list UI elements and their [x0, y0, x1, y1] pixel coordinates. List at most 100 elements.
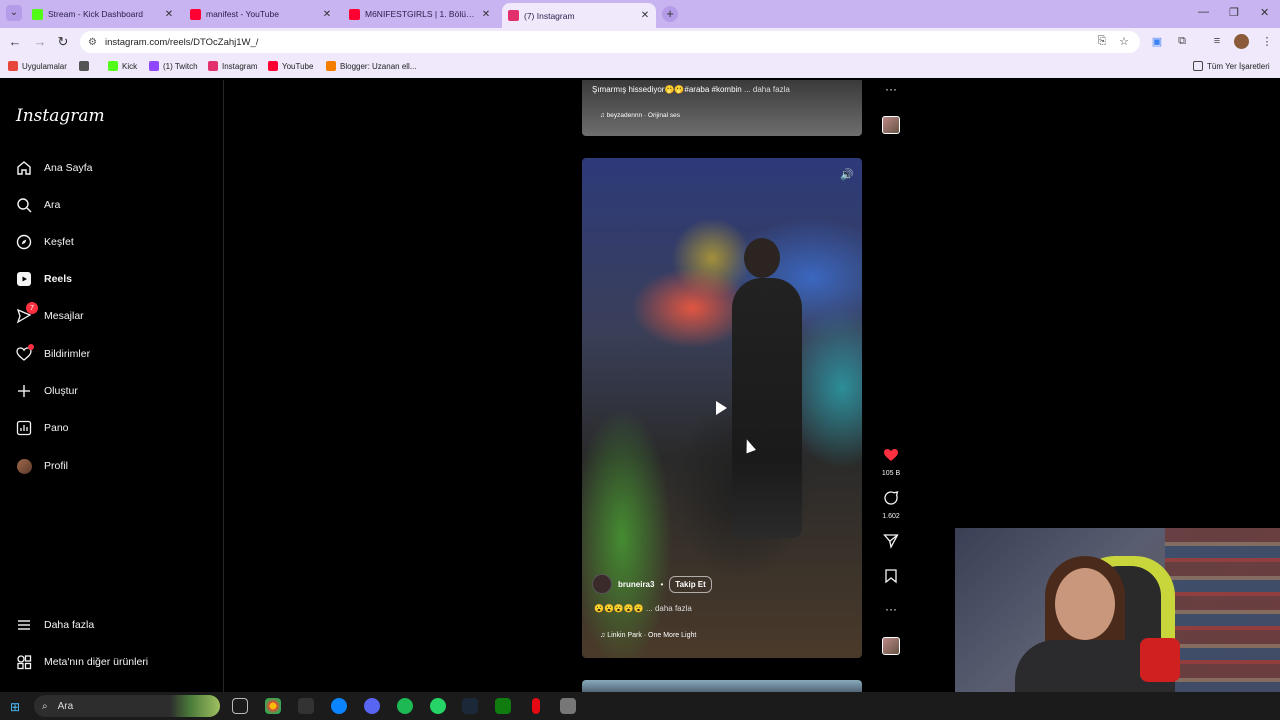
bookmark-label: Instagram — [222, 61, 258, 71]
comment-button[interactable]: 1.602 — [880, 490, 902, 520]
reel-audio[interactable]: ♫ beyzadennn · Orijinal ses — [600, 112, 680, 119]
edge-icon[interactable] — [331, 698, 347, 714]
audio-thumbnail[interactable] — [882, 116, 900, 134]
browser-tab[interactable]: manifest - YouTube ✕ — [184, 3, 338, 25]
task-view-icon[interactable] — [232, 698, 248, 714]
back-icon[interactable]: ← — [7, 34, 23, 49]
nav-label: Meta'nın diğer ürünleri — [44, 656, 149, 668]
more-link[interactable]: ... daha fazla — [744, 85, 790, 94]
extensions-icon[interactable]: ⧉ — [1175, 35, 1189, 48]
like-button[interactable]: 105 B — [880, 447, 902, 477]
nav-label: Oluştur — [44, 385, 78, 397]
nav-search[interactable]: Ara — [16, 197, 60, 213]
tab-search-button[interactable]: ⌄ — [6, 5, 22, 21]
bookmark-kick[interactable]: Kick — [108, 61, 137, 71]
plus-icon — [16, 383, 32, 399]
spotify-icon[interactable] — [397, 698, 413, 714]
minimize-icon[interactable]: — — [1198, 6, 1209, 18]
audio-thumbnail[interactable] — [882, 637, 900, 655]
url-field[interactable]: ⚙ instagram.com/reels/DTOcZahj1W_/ — [80, 31, 1140, 53]
netflix-icon[interactable] — [532, 698, 540, 714]
video-subject-head — [744, 238, 780, 278]
reel-author: bruneira3 • Takip Et — [592, 574, 712, 594]
bookmark-star-icon[interactable]: ☆ — [1117, 35, 1131, 48]
nav-home[interactable]: Ana Sayfa — [16, 160, 92, 176]
save-button[interactable] — [880, 568, 902, 589]
nav-dashboard[interactable]: Pano — [16, 420, 69, 436]
browser-tab[interactable]: M6NIFESTGIRLS | 1. Bölüm - Yo ✕ — [343, 3, 497, 25]
next-reel[interactable] — [582, 680, 862, 692]
reload-icon[interactable]: ↻ — [55, 34, 71, 50]
separator-dot: • — [660, 579, 664, 589]
volume-icon[interactable]: 🔊 — [840, 168, 854, 181]
bookmark-instagram[interactable]: Instagram — [208, 61, 258, 71]
nav-reels[interactable]: Reels — [16, 271, 72, 287]
previous-reel[interactable]: Şımarmış hissediyor🫢🫢#araba #kombin ... … — [582, 80, 862, 136]
follow-button[interactable]: Takip Et — [669, 575, 712, 593]
window-close-icon[interactable]: ✕ — [1260, 6, 1269, 19]
close-icon[interactable]: ✕ — [480, 9, 492, 20]
bookmark-grid[interactable] — [79, 61, 89, 71]
discord-icon[interactable] — [364, 698, 380, 714]
browser-tab-active[interactable]: (7) Instagram ✕ — [502, 3, 656, 28]
caption-text: 😮😮😮😮😮 — [594, 604, 644, 613]
restore-icon[interactable]: ❐ — [1229, 6, 1239, 19]
chrome-icon[interactable] — [265, 698, 281, 714]
youtube-icon — [190, 8, 201, 20]
bookmark-blogger[interactable]: Blogger: Uzanan ell... — [326, 61, 417, 71]
nav-label: Pano — [44, 422, 69, 434]
tab-title: M6NIFESTGIRLS | 1. Bölüm - Yo — [365, 9, 475, 19]
heart-icon — [16, 344, 34, 362]
instagram-logo[interactable]: Instagram — [16, 106, 105, 126]
grid-icon — [79, 61, 89, 71]
browser-tab[interactable]: Stream - Kick Dashboard ✕ — [26, 3, 180, 25]
comment-icon — [884, 491, 899, 505]
close-icon[interactable]: ✕ — [639, 10, 651, 21]
bookmark-label: Uygulamalar — [22, 61, 67, 71]
obs-icon[interactable] — [298, 698, 314, 714]
app-icon[interactable] — [560, 698, 576, 714]
nav-profile[interactable]: Profil — [16, 458, 68, 474]
nav-create[interactable]: Oluştur — [16, 383, 78, 399]
reel-video[interactable]: 🔊 bruneira3 • Takip Et 😮😮😮😮😮 ... daha fa… — [582, 158, 862, 658]
xbox-icon[interactable] — [495, 698, 511, 714]
steam-icon[interactable] — [462, 698, 478, 714]
share-button[interactable] — [880, 533, 902, 554]
all-bookmarks[interactable]: Tüm Yer İşaretleri — [1193, 61, 1270, 71]
play-icon[interactable] — [716, 401, 727, 415]
bookmark-apps[interactable]: Uygulamalar — [8, 61, 67, 71]
chrome-profile-avatar[interactable] — [1234, 34, 1249, 49]
author-username[interactable]: bruneira3 — [618, 580, 654, 589]
browser-tab-bar: ⌄ Stream - Kick Dashboard ✕ manifest - Y… — [0, 0, 1280, 28]
reel-audio[interactable]: ♫ Linkin Park · One More Light — [600, 632, 696, 639]
more-options-icon[interactable]: ··· — [880, 82, 902, 96]
bookmark-label: YouTube — [282, 61, 314, 71]
hamburger-icon — [16, 617, 32, 633]
nav-meta-products[interactable]: Meta'nın diğer ürünleri — [16, 654, 148, 670]
install-icon[interactable]: ⎘ — [1095, 35, 1109, 48]
nav-notifications[interactable]: Bildirimler — [16, 344, 90, 362]
nav-explore[interactable]: Keşfet — [16, 234, 74, 250]
bookmark-twitch[interactable]: (1) Twitch — [149, 61, 198, 71]
nav-messages[interactable]: 7 Mesajlar — [16, 302, 84, 324]
nav-more[interactable]: Daha fazla — [16, 617, 94, 633]
chrome-menu-icon[interactable]: ⋮ — [1260, 35, 1274, 48]
more-options-icon[interactable]: ··· — [880, 602, 902, 616]
author-avatar[interactable] — [592, 574, 612, 594]
close-icon[interactable]: ✕ — [163, 9, 175, 20]
forward-icon[interactable]: → — [32, 34, 48, 49]
more-link[interactable]: ... daha fazla — [646, 604, 692, 613]
translate-icon[interactable]: ▣ — [1150, 35, 1164, 48]
taskbar-search[interactable]: ⌕ Ara — [34, 695, 220, 717]
new-tab-button[interactable]: + — [662, 6, 678, 22]
caption-text: Şımarmış hissediyor🫢🫢#araba #kombin — [592, 85, 742, 94]
close-icon[interactable]: ✕ — [321, 9, 333, 20]
address-bar-row: ← → ↻ ⚙ instagram.com/reels/DTOcZahj1W_/… — [0, 28, 1280, 56]
whatsapp-icon[interactable] — [430, 698, 446, 714]
bookmark-youtube[interactable]: YouTube — [268, 61, 313, 71]
site-info-icon[interactable]: ⚙ — [88, 37, 97, 48]
reels-icon — [16, 271, 32, 287]
media-icon[interactable]: ≡ — [1210, 35, 1224, 47]
url-text: instagram.com/reels/DTOcZahj1W_/ — [104, 36, 259, 48]
windows-start-icon[interactable]: ⊞ — [10, 700, 20, 714]
